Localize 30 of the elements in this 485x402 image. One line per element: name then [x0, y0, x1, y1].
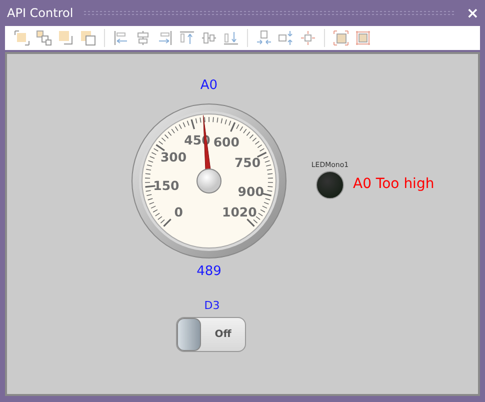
scale-label: 750 [234, 154, 261, 170]
align-bottom-icon[interactable] [223, 30, 239, 46]
space-vertical-icon[interactable] [278, 30, 294, 46]
gauge-reading: 489 [196, 264, 222, 279]
scale-label: 150 [153, 178, 180, 193]
scale-label: 1020 [222, 204, 257, 220]
send-to-back-icon[interactable] [80, 30, 96, 46]
needle-hub [196, 168, 222, 194]
resize-to-content-icon[interactable] [333, 30, 349, 46]
overlapping-squares-icon[interactable] [36, 30, 52, 46]
bring-forward-icon[interactable] [14, 30, 30, 46]
switch-title: D3 [203, 299, 221, 312]
align-middle-icon[interactable] [201, 30, 217, 46]
scale-label: 900 [238, 184, 264, 199]
window-title: API Control [7, 6, 74, 20]
center-in-form-icon[interactable] [300, 30, 316, 46]
align-right-icon[interactable] [157, 30, 173, 46]
space-horizontal-icon[interactable] [256, 30, 272, 46]
led-caption: A0 Too high [353, 176, 434, 192]
scale-label: 600 [213, 134, 240, 150]
align-top-icon[interactable] [179, 30, 195, 46]
align-center-icon[interactable] [135, 30, 151, 46]
close-button[interactable]: × [466, 4, 479, 22]
gauge-title: A0 [199, 78, 219, 93]
send-backward-icon[interactable] [58, 30, 74, 46]
align-left-icon[interactable] [113, 30, 129, 46]
scale-label: 0 [174, 204, 183, 220]
scale-label: 300 [160, 150, 187, 165]
fit-bounds-icon[interactable] [355, 30, 371, 46]
toggle-switch[interactable]: Off [176, 317, 246, 352]
